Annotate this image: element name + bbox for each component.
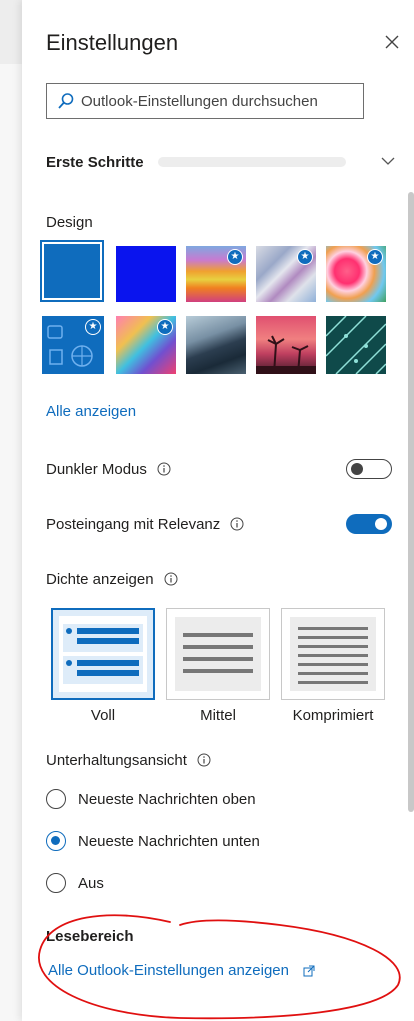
density-full-option[interactable] (51, 608, 155, 700)
conversation-option-off[interactable]: Aus (46, 871, 104, 895)
density-label: Dichte anzeigen (46, 570, 154, 588)
density-medium-caption: Mittel (200, 707, 236, 724)
conversation-label: Unterhaltungsansicht (46, 751, 187, 769)
radio-button[interactable] (46, 831, 66, 851)
focused-inbox-label: Posteingang mit Relevanz (46, 515, 221, 533)
radio-label: Neueste Nachrichten oben (78, 790, 256, 808)
reading-pane-label: Lesebereich (46, 928, 134, 945)
info-icon[interactable] (230, 517, 244, 531)
density-medium-preview-icon (175, 617, 261, 691)
toggle-knob (351, 463, 363, 475)
conversation-header: Unterhaltungsansicht (46, 748, 392, 772)
close-button[interactable] (380, 30, 404, 54)
first-steps-header[interactable]: Erste Schritte (46, 151, 396, 173)
premium-star-icon: ★ (297, 249, 313, 265)
info-icon[interactable] (157, 462, 171, 476)
radio-label: Aus (78, 874, 104, 892)
density-full-preview-icon (59, 616, 147, 692)
design-label: Design (46, 214, 93, 231)
scrollbar[interactable] (408, 192, 414, 812)
theme-dark-blue[interactable] (116, 246, 176, 302)
first-steps-label: Erste Schritte (46, 153, 144, 171)
conversation-option-newest-top[interactable]: Neueste Nachrichten oben (46, 787, 256, 811)
outlook-settings-screen: Einstellungen Outlook-Einstellungen durc… (0, 0, 414, 1021)
all-settings-link[interactable]: Alle Outlook-Einstellungen anzeigen (48, 962, 315, 979)
radio-label: Neueste Nachrichten unten (78, 832, 260, 850)
palm-silhouette-icon (256, 335, 316, 374)
focused-inbox-toggle[interactable] (346, 514, 392, 534)
premium-star-icon: ★ (157, 319, 173, 335)
density-header: Dichte anzeigen (46, 567, 392, 591)
chevron-down-icon (381, 157, 395, 165)
search-placeholder: Outlook-Einstellungen durchsuchen (81, 92, 318, 110)
settings-panel: Einstellungen Outlook-Einstellungen durc… (22, 0, 414, 1021)
first-steps-progress (157, 157, 346, 167)
theme-ribbons[interactable]: ★ (256, 246, 316, 302)
theme-circuit[interactable] (326, 316, 386, 374)
search-icon (58, 93, 74, 109)
show-all-themes-link[interactable]: Alle anzeigen (46, 403, 136, 420)
theme-sport[interactable]: ★ (42, 316, 104, 374)
premium-star-icon: ★ (227, 249, 243, 265)
circuit-pattern-icon (326, 316, 386, 374)
toggle-knob (375, 518, 387, 530)
dark-mode-label: Dunkler Modus (46, 460, 147, 478)
theme-blue[interactable] (40, 240, 104, 302)
panel-title: Einstellungen (46, 30, 179, 55)
density-full-caption: Voll (90, 707, 116, 724)
density-compact-caption: Komprimiert (292, 707, 374, 724)
radio-button[interactable] (46, 873, 66, 893)
theme-illustration[interactable]: ★ (326, 246, 386, 302)
theme-toys[interactable]: ★ (116, 316, 176, 374)
density-compact-preview-icon (290, 617, 376, 691)
dark-mode-toggle[interactable] (346, 459, 392, 479)
info-icon[interactable] (164, 572, 178, 586)
background-app-edge (0, 0, 22, 1021)
background-header-edge (0, 0, 22, 64)
theme-mountains[interactable] (186, 316, 246, 374)
density-compact-option[interactable] (281, 608, 385, 700)
focused-inbox-row: Posteingang mit Relevanz (46, 512, 392, 536)
search-input[interactable]: Outlook-Einstellungen durchsuchen (46, 83, 364, 119)
dark-mode-row: Dunkler Modus (46, 457, 392, 481)
theme-color-stripes[interactable]: ★ (186, 246, 246, 302)
radio-button[interactable] (46, 789, 66, 809)
conversation-option-newest-bottom[interactable]: Neueste Nachrichten unten (46, 829, 260, 853)
open-external-icon (303, 965, 315, 976)
info-icon[interactable] (197, 753, 211, 767)
premium-star-icon: ★ (367, 249, 383, 265)
close-icon (385, 35, 399, 49)
premium-star-icon: ★ (85, 319, 101, 335)
density-medium-option[interactable] (166, 608, 270, 700)
all-settings-label: Alle Outlook-Einstellungen anzeigen (48, 962, 289, 979)
theme-palms[interactable] (256, 316, 316, 374)
